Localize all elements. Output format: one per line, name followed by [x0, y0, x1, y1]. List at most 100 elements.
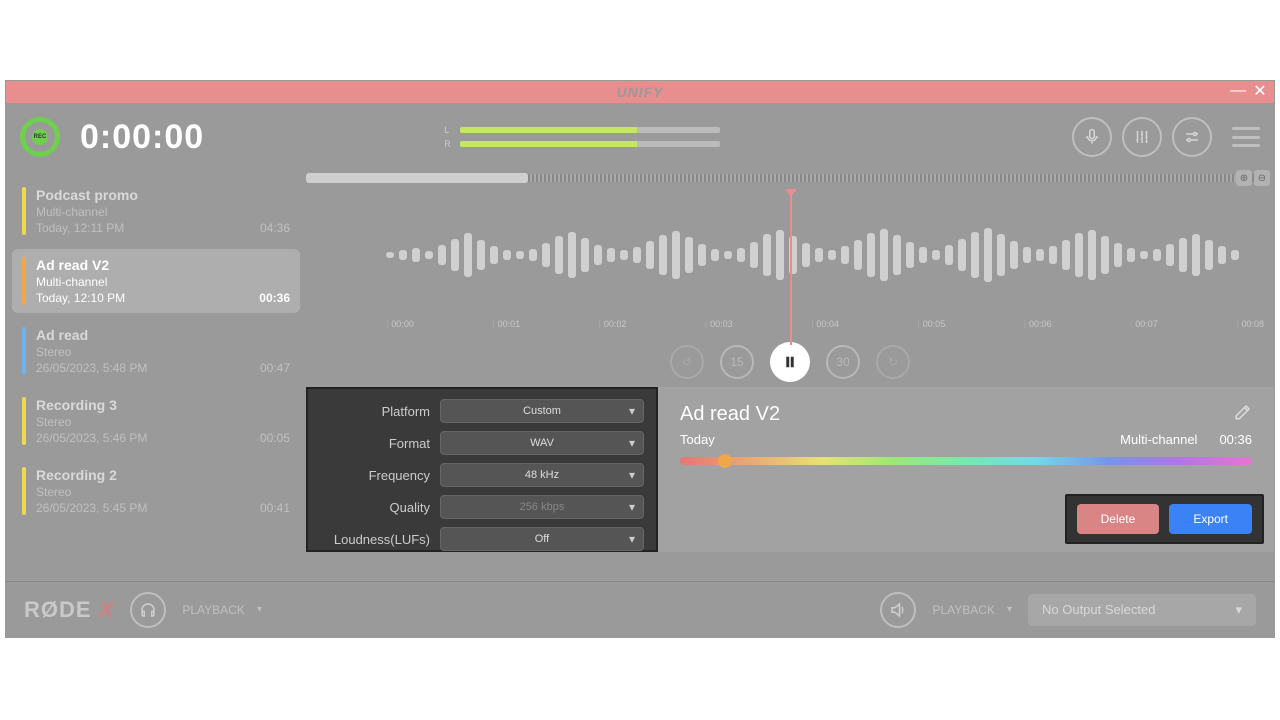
- details-duration: 00:36: [1219, 432, 1252, 447]
- color-picker-strip[interactable]: [680, 457, 1252, 465]
- titlebar: UNIFY — ✕: [6, 81, 1274, 103]
- quality-select[interactable]: 256 kbps: [440, 495, 644, 519]
- platform-label: Platform: [320, 404, 430, 419]
- forward-30-button[interactable]: 30: [826, 345, 860, 379]
- sliders-icon: [1133, 128, 1151, 146]
- waveform-display[interactable]: 00:00 00:01 00:02 00:03 00:04 00:05 00:0…: [306, 185, 1274, 345]
- recording-item[interactable]: Ad read Stereo 26/05/2023, 5:48 PM 00:47: [12, 319, 300, 383]
- recording-title: Recording 2: [36, 467, 250, 483]
- recording-timestamp: 26/05/2023, 5:48 PM: [36, 361, 250, 375]
- recording-timer: 0:00:00: [80, 118, 204, 157]
- level-meters: L R: [444, 125, 720, 149]
- skip-end-button[interactable]: ↻: [876, 345, 910, 379]
- recording-channels: Multi-channel: [36, 275, 249, 289]
- recording-timestamp: Today, 12:11 PM: [36, 221, 250, 235]
- forward-icon: 30: [836, 355, 849, 369]
- details-channels: Multi-channel: [1120, 432, 1197, 447]
- menu-button[interactable]: [1232, 127, 1260, 147]
- delete-button[interactable]: Delete: [1077, 504, 1160, 534]
- mic-settings-button[interactable]: [1072, 117, 1112, 157]
- window-controls: — ✕: [1230, 81, 1268, 101]
- frequency-select[interactable]: 48 kHz: [440, 463, 644, 487]
- recording-duration: 00:47: [260, 361, 290, 375]
- record-button[interactable]: REC: [20, 117, 60, 157]
- platform-select[interactable]: Custom: [440, 399, 644, 423]
- timeline-ruler[interactable]: ⊕ ⊖: [306, 171, 1274, 185]
- recording-duration: 04:36: [260, 221, 290, 235]
- frequency-label: Frequency: [320, 468, 430, 483]
- ruler-scroll-handle[interactable]: [306, 173, 528, 183]
- edit-title-button[interactable]: [1234, 403, 1252, 426]
- recording-title: Ad read V2: [36, 257, 249, 273]
- time-tick: 00:07: [1130, 319, 1158, 329]
- skip-back-icon: ↺: [682, 355, 692, 369]
- recording-duration: 00:05: [260, 431, 290, 445]
- time-tick: 00:05: [917, 319, 945, 329]
- mic-icon: [1083, 128, 1101, 146]
- output-device-select[interactable]: No Output Selected: [1028, 594, 1256, 626]
- time-tick: 00:08: [1236, 319, 1264, 329]
- zoom-out-button[interactable]: ⊖: [1254, 170, 1270, 186]
- quality-label: Quality: [320, 500, 430, 515]
- zoom-in-button[interactable]: ⊕: [1236, 170, 1252, 186]
- headphones-icon: [139, 601, 157, 619]
- recordings-sidebar[interactable]: Podcast promo Multi-channel Today, 12:11…: [6, 171, 306, 581]
- recording-title: Recording 3: [36, 397, 250, 413]
- color-bar: [22, 397, 26, 445]
- time-tick: 00:01: [492, 319, 520, 329]
- skip-fwd-icon: ↻: [888, 355, 898, 369]
- time-tick: 00:00: [386, 319, 414, 329]
- app-window: UNIFY — ✕ REC 0:00:00 L R: [5, 80, 1275, 638]
- minimize-button[interactable]: —: [1230, 81, 1246, 101]
- details-date: Today: [680, 432, 715, 447]
- meter-l-label: L: [444, 125, 454, 135]
- speaker-icon: [889, 601, 907, 619]
- color-bar: [22, 467, 26, 515]
- recording-item[interactable]: Podcast promo Multi-channel Today, 12:11…: [12, 179, 300, 243]
- time-tick: 00:03: [705, 319, 733, 329]
- recording-item[interactable]: Ad read V2 Multi-channel Today, 12:10 PM…: [12, 249, 300, 313]
- color-bar: [22, 327, 26, 375]
- footer: RØDE X PLAYBACK PLAYBACK No Output Selec…: [6, 581, 1274, 637]
- headphone-monitor-button[interactable]: [130, 592, 166, 628]
- recording-item[interactable]: Recording 2 Stereo 26/05/2023, 5:45 PM 0…: [12, 459, 300, 523]
- recording-details-panel: Ad read V2 Today Multi-channel 00:36: [658, 387, 1274, 552]
- time-tick: 00:04: [811, 319, 839, 329]
- color-selection-dot[interactable]: [718, 454, 732, 468]
- recording-channels: Stereo: [36, 485, 250, 499]
- app-title: UNIFY: [617, 84, 664, 100]
- recording-title: Podcast promo: [36, 187, 250, 203]
- settings-button[interactable]: [1172, 117, 1212, 157]
- recording-channels: Stereo: [36, 415, 250, 429]
- pencil-icon: [1234, 403, 1252, 421]
- record-dot-icon: REC: [32, 129, 48, 145]
- recording-timestamp: Today, 12:10 PM: [36, 291, 249, 305]
- rewind-icon: 15: [730, 355, 743, 369]
- export-settings-panel: Platform Custom Format WAV Frequency 48 …: [306, 387, 658, 552]
- format-label: Format: [320, 436, 430, 451]
- time-tick: 00:02: [599, 319, 627, 329]
- close-button[interactable]: ✕: [1252, 81, 1268, 101]
- format-select[interactable]: WAV: [440, 431, 644, 455]
- meter-r-label: R: [444, 139, 454, 149]
- rewind-15-button[interactable]: 15: [720, 345, 754, 379]
- speaker-button[interactable]: [880, 592, 916, 628]
- playback-left-select[interactable]: PLAYBACK: [182, 603, 262, 617]
- export-button[interactable]: Export: [1169, 504, 1252, 534]
- time-tick: 00:06: [1024, 319, 1052, 329]
- recording-channels: Stereo: [36, 345, 250, 359]
- playback-right-select[interactable]: PLAYBACK: [932, 603, 1012, 617]
- loudness-select[interactable]: Off: [440, 527, 644, 551]
- color-bar: [22, 257, 26, 305]
- details-title: Ad read V2: [680, 403, 780, 426]
- recording-item[interactable]: Recording 3 Stereo 26/05/2023, 5:46 PM 0…: [12, 389, 300, 453]
- time-ticks: 00:00 00:01 00:02 00:03 00:04 00:05 00:0…: [386, 319, 1264, 329]
- meter-r: [460, 141, 720, 147]
- mixer-button[interactable]: [1122, 117, 1162, 157]
- recording-timestamp: 26/05/2023, 5:46 PM: [36, 431, 250, 445]
- skip-start-button[interactable]: ↺: [670, 345, 704, 379]
- recording-duration: 00:41: [260, 501, 290, 515]
- pause-icon: [781, 353, 799, 371]
- play-pause-button[interactable]: [770, 342, 810, 382]
- color-bar: [22, 187, 26, 235]
